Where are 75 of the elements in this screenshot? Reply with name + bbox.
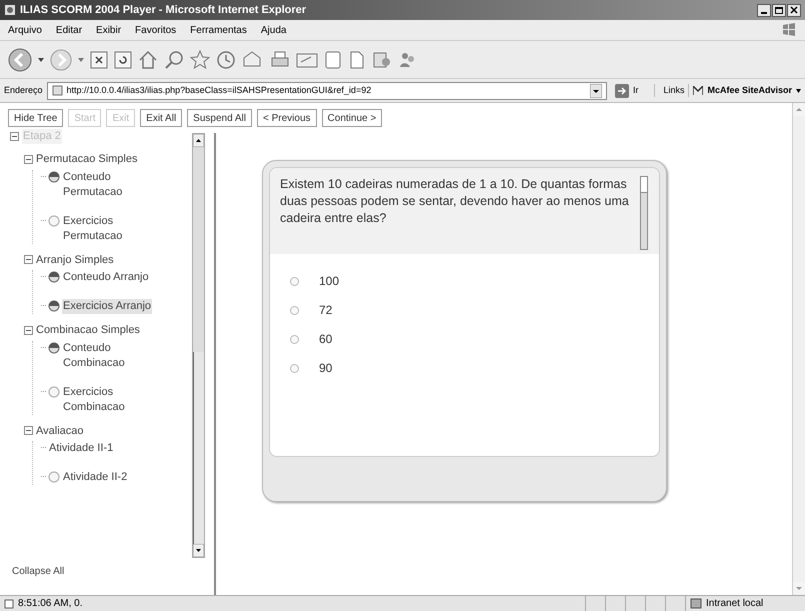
tree-item[interactable]: Exercicios Permutacao [62,214,171,244]
collapse-icon[interactable] [24,426,33,436]
player-button[interactable]: < Previous [257,109,317,127]
player-button[interactable]: Hide Tree [8,109,64,127]
tree-node-label[interactable]: Avaliacao [36,422,84,439]
dropdown-arrow-icon[interactable] [590,84,602,98]
tree-node-label[interactable]: Combinacao Simples [36,322,140,338]
page-icon[interactable] [324,50,342,70]
home-icon[interactable] [138,50,158,70]
stop-icon[interactable] [90,50,108,68]
menu-item[interactable]: Exibir [96,22,122,38]
forward-icon[interactable] [50,48,72,70]
tree-item[interactable]: Conteudo Combinacao [62,340,171,370]
dropdown-arrow-icon [796,88,801,92]
status-text: 8:51:06 AM, 0. [18,597,82,611]
radio-button[interactable] [290,276,299,286]
tree-item[interactable]: Atividade II-2 [62,470,128,485]
window-title: ILIAS SCORM 2004 Player - Microsoft Internet Explorer [20,2,306,18]
tree-node-label[interactable]: Arranjo Simples [36,252,114,268]
windows-logo-icon [781,22,797,38]
menu-item[interactable]: Favoritos [135,22,176,38]
collapse-icon[interactable] [24,154,33,164]
player-button[interactable]: Suspend All [187,109,252,127]
collapse-icon[interactable] [24,255,33,264]
address-label: Endereço [4,84,43,97]
refresh-icon[interactable] [114,50,132,68]
back-icon[interactable] [8,48,32,72]
option-label: 60 [319,331,332,348]
tree-scrollbar[interactable] [192,133,205,558]
menu-item[interactable]: Editar [56,22,82,38]
minimize-button[interactable] [757,4,771,16]
history-icon[interactable] [216,50,236,70]
siteadvisor-button[interactable]: McAfee SiteAdvisor [688,84,801,98]
tree-item[interactable]: Exercicios Combinacao [62,384,171,414]
tree-node-label[interactable]: Permutacao Simples [36,151,138,168]
arrow-icon [614,84,629,98]
player-button[interactable]: Exit All [140,109,182,127]
question-text: Existem 10 cadeiras numeradas de 1 a 10. De quantas formas duas pessoas podem se sentar, devendo haver ao menos uma cadeira entre elas? [280,176,630,227]
option-label: 90 [319,360,332,377]
page-icon [4,598,14,608]
m-logo-icon [693,86,704,95]
zone-label: Intranet local [706,597,764,611]
radio-button[interactable] [290,334,299,344]
dropdown-arrow-icon[interactable] [38,58,44,62]
search-icon[interactable] [164,50,184,70]
option-label: 72 [319,302,332,319]
collapse-all-link[interactable]: Collapse All [0,564,64,579]
collapse-icon[interactable] [24,326,33,335]
browser-icon [4,4,16,16]
radio-button[interactable] [290,364,299,372]
collapse-icon[interactable] [10,132,19,140]
address-field[interactable]: http://10.0.0.4/ilias3/ilias.php?baseClass=ilSAHSPresentationGUI&ref_id=92 [46,82,607,100]
tree-item[interactable]: Conteudo Permutacao [62,170,171,200]
menu-item[interactable]: Ajuda [260,22,286,38]
option-label: 100 [319,273,340,290]
menu-item[interactable]: Ferramentas [190,22,247,38]
page-icon [52,85,63,96]
question-scrollbar[interactable] [640,176,648,250]
star-icon[interactable] [190,50,210,70]
tree-item[interactable]: Atividade II-1 [48,441,114,456]
close-icon [790,6,798,14]
go-button[interactable]: Ir [610,84,642,98]
printer-icon[interactable] [270,50,290,70]
tree-item[interactable]: Conteudo Arranjo [62,270,150,285]
player-button[interactable]: Continue > [322,109,382,127]
document-icon[interactable] [348,50,366,70]
links-label[interactable]: Links [654,84,684,98]
scroll-up-icon[interactable] [193,134,204,147]
tree-item[interactable]: Exercicios Arranjo [62,299,152,314]
scroll-down-icon[interactable] [193,544,204,557]
radio-button[interactable] [290,306,299,314]
maximize-button[interactable] [772,4,786,16]
scrollbar-thumb[interactable] [193,352,204,544]
menu-item[interactable]: Arquivo [8,22,42,38]
close-button[interactable] [787,4,801,16]
